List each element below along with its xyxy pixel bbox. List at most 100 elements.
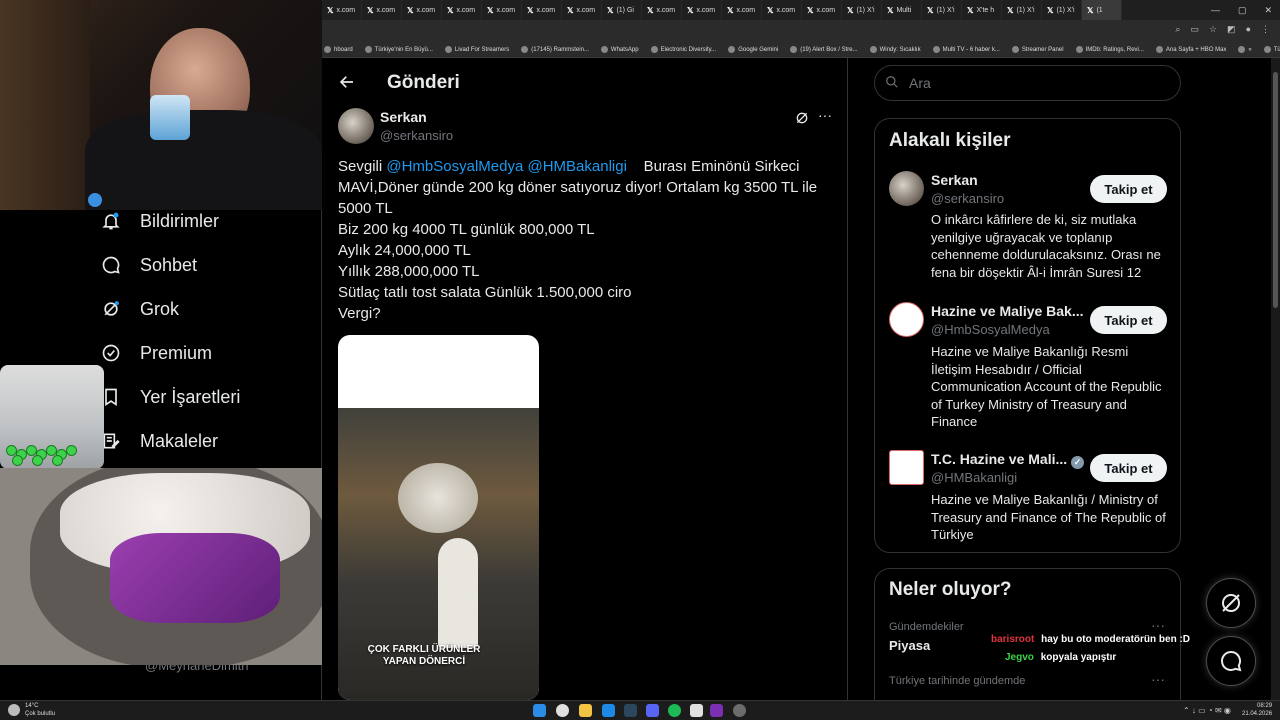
weather-widget[interactable]: 14°C Çok bulutlu — [25, 702, 55, 718]
browser-tab[interactable]: 𝕏x.com — [722, 0, 762, 20]
browser-tab[interactable]: 𝕏x.com — [762, 0, 802, 20]
browser-tab[interactable]: 𝕏x.com — [642, 0, 682, 20]
x-logo-icon: 𝕏 — [647, 5, 654, 15]
bookmark-item[interactable]: (17145) Rammstein... — [521, 46, 589, 53]
nav-item-premium[interactable]: Premium — [100, 342, 212, 364]
profile-icon[interactable]: ● — [1246, 24, 1251, 35]
bookmark-item[interactable]: Google Gemini — [728, 46, 778, 53]
grok-fab[interactable] — [1206, 578, 1256, 628]
outlook-icon[interactable] — [602, 704, 615, 717]
person-avatar[interactable] — [889, 171, 924, 206]
favicon-icon — [1075, 46, 1083, 53]
windows-start-icon[interactable] — [533, 704, 546, 717]
browser-tab[interactable]: 𝕏x.com — [562, 0, 602, 20]
follow-button[interactable]: Takip et — [1090, 454, 1167, 482]
tab-label: x.com — [656, 6, 676, 14]
browser-tab[interactable]: 𝕏 (1) X'i — [842, 0, 882, 20]
nav-item-chat[interactable]: Sohbet — [100, 254, 197, 276]
browser-tab[interactable]: 𝕏x.com — [482, 0, 522, 20]
back-arrow-icon[interactable] — [338, 73, 356, 97]
more-options-icon[interactable]: ··· — [818, 107, 832, 123]
browser-address-bar[interactable]: ⌕ ▭ ☆ ◩ ● ⋮ — [322, 20, 1280, 42]
app-icon[interactable] — [733, 704, 746, 717]
bookmark-item[interactable]: hboard — [324, 46, 353, 53]
ministry-seal-icon[interactable] — [889, 302, 924, 337]
person-name[interactable]: Serkan — [931, 172, 978, 188]
nav-item-grok[interactable]: Grok — [100, 298, 179, 320]
mention-link[interactable]: @HmbSosyalMedya — [386, 158, 523, 175]
bookmark-item[interactable]: » — [1238, 46, 1252, 53]
search-input[interactable]: Ara — [874, 65, 1181, 101]
browser-tab[interactable]: 𝕏 (1) Gi — [602, 0, 642, 20]
system-tray-icons[interactable]: ⌃ ↓ ▭ ◔ ✉ ◉ — [1183, 706, 1231, 715]
browser-tab[interactable]: 𝕏x.com — [362, 0, 402, 20]
cast-icon[interactable]: ▭ — [1190, 24, 1199, 35]
bookmark-item[interactable]: WhatsApp — [600, 46, 639, 53]
spotify-icon[interactable] — [668, 704, 681, 717]
browser-tab[interactable]: 𝕏x.com — [682, 0, 722, 20]
file-explorer-icon[interactable] — [579, 704, 592, 717]
bookmark-item[interactable]: Ana Sayfa + HBO Max — [1155, 46, 1226, 53]
person-handle[interactable]: @serkansiro — [931, 191, 1004, 206]
discord-icon[interactable] — [646, 704, 659, 717]
steam-icon[interactable] — [624, 704, 637, 717]
bookmark-item[interactable]: Streamer Panel — [1011, 46, 1064, 53]
author-name[interactable]: Serkan — [380, 109, 427, 125]
close-icon[interactable]: ✕ — [1264, 5, 1272, 16]
app-icon[interactable] — [690, 704, 703, 717]
app-icon[interactable] — [710, 704, 723, 717]
page-scrollbar[interactable] — [1271, 58, 1280, 700]
author-avatar[interactable] — [338, 108, 374, 144]
person-name[interactable]: Hazine ve Maliye Bak... — [931, 303, 1084, 319]
menu-icon[interactable]: ⋮ — [1261, 24, 1270, 35]
browser-tab[interactable]: 𝕏 (1) X'i — [1002, 0, 1042, 20]
follow-button[interactable]: Takip et — [1090, 306, 1167, 334]
browser-tab[interactable]: 𝕏x.com — [442, 0, 482, 20]
favicon-icon — [790, 46, 798, 53]
mention-link[interactable]: @HMBakanligi — [527, 158, 626, 175]
browser-tab[interactable]: 𝕏x.com — [402, 0, 442, 20]
nav-item-articles[interactable]: Makaleler — [100, 430, 218, 452]
bookmark-item[interactable]: Electronic Diversity... — [650, 46, 716, 53]
extensions-icon[interactable]: ◩ — [1227, 24, 1236, 35]
person-handle[interactable]: @HMBakanligi — [931, 470, 1017, 485]
bookmark-item[interactable]: Livad For Streamers — [444, 46, 509, 53]
ministry-seal-icon[interactable] — [889, 450, 924, 485]
nav-item-bookmarks[interactable]: Yer İşaretleri — [100, 386, 240, 408]
video-frame[interactable]: ÇOK FARKLI ÜRÜNLER YAPAN DÖNERCİ — [338, 408, 539, 700]
minimize-icon[interactable]: — — [1211, 5, 1220, 15]
chrome-icon[interactable] — [556, 704, 569, 717]
star-icon[interactable]: ☆ — [1209, 24, 1217, 35]
bookmark-item[interactable]: Windy: Sıcaklık — [869, 46, 921, 53]
scrollbar-thumb[interactable] — [1273, 72, 1278, 308]
grok-icon[interactable] — [794, 110, 810, 131]
browser-tab[interactable]: 𝕏 Multi — [882, 0, 922, 20]
bookmark-item[interactable]: Multi TV - 6 haber k... — [932, 46, 1000, 53]
bookmark-item[interactable]: IMDb: Ratings, Revi... — [1075, 46, 1144, 53]
more-options-icon[interactable]: ··· — [1151, 617, 1165, 633]
person-bio: Hazine ve Maliye Bakanlığı Resmi İletişi… — [931, 344, 1162, 429]
browser-tab[interactable]: 𝕏 (1) X'i — [1042, 0, 1082, 20]
x-logo-icon: 𝕏 — [607, 5, 614, 15]
nav-item-notifications[interactable]: Bildirimler — [100, 210, 219, 232]
bookmark-item[interactable]: Türkiye'nin En Büyü... — [364, 46, 433, 53]
tweet-media[interactable]: ÇOK FARKLI ÜRÜNLER YAPAN DÖNERCİ — [338, 335, 539, 700]
clock[interactable]: 08:29 21.04.2026 — [1242, 702, 1272, 718]
person-name[interactable]: T.C. Hazine ve Mali... ✓ — [931, 451, 1085, 469]
bookmark-item[interactable]: Tüm Yer İşaretleri — [1263, 46, 1280, 53]
bookmark-item[interactable]: (19) Alert Box / Stre... — [790, 46, 858, 53]
messages-fab[interactable] — [1206, 636, 1256, 686]
zoom-icon[interactable]: ⌕ — [1175, 24, 1180, 35]
browser-tab[interactable]: 𝕏x.com — [802, 0, 842, 20]
trend-topic[interactable]: Piyasa — [889, 638, 930, 653]
follow-button[interactable]: Takip et — [1090, 175, 1167, 203]
browser-tab[interactable]: 𝕏x.com — [322, 0, 362, 20]
browser-tab[interactable]: 𝕏 (1 — [1082, 0, 1122, 20]
browser-tab[interactable]: 𝕏 X'te h — [962, 0, 1002, 20]
person-handle[interactable]: @HmbSosyalMedya — [931, 322, 1050, 337]
browser-tab[interactable]: 𝕏 (1) X'i — [922, 0, 962, 20]
browser-tab[interactable]: 𝕏x.com — [522, 0, 562, 20]
author-handle[interactable]: @serkansiro — [380, 128, 453, 143]
maximize-icon[interactable]: ▢ — [1238, 5, 1247, 16]
more-options-icon[interactable]: ··· — [1151, 671, 1165, 687]
